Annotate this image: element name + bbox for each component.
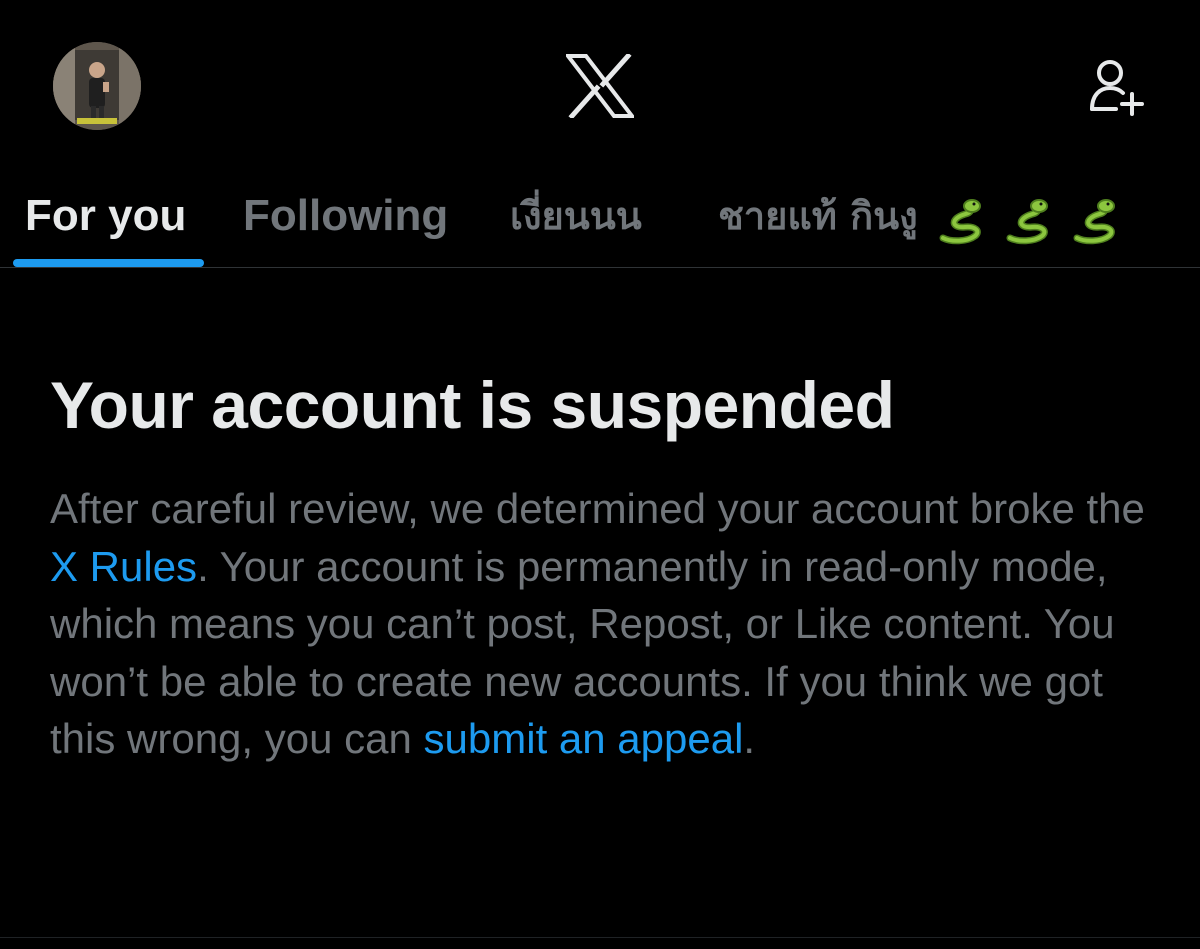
tab-custom-list-1[interactable]: เงี่ยนนน — [510, 180, 642, 260]
snake-emoji-icon — [1006, 199, 1049, 245]
divider — [0, 937, 1200, 938]
active-tab-indicator — [13, 259, 204, 267]
tab-label: Following — [243, 191, 449, 240]
avatar-photo — [53, 42, 141, 130]
submit-appeal-link[interactable]: submit an appeal — [424, 715, 744, 762]
notice-body: After careful review, we determined your… — [50, 480, 1160, 768]
suspension-notice: Your account is suspended After careful … — [50, 360, 1160, 768]
avatar[interactable] — [53, 42, 141, 130]
top-bar — [0, 0, 1200, 170]
person-add-icon[interactable] — [1086, 57, 1148, 119]
snake-emoji-group — [937, 183, 1125, 255]
timeline-tabs: For you Following เงี่ยนนน ชายแท้ กินงู — [0, 170, 1200, 268]
tab-label: ชายแท้ กินงู — [718, 194, 918, 238]
tab-following[interactable]: Following — [243, 180, 448, 260]
x-rules-link[interactable]: X Rules — [50, 543, 197, 590]
tab-for-you[interactable]: For you — [25, 180, 186, 260]
tab-custom-list-2[interactable]: ชายแท้ กินงู — [718, 180, 1125, 260]
notice-text: . — [743, 715, 756, 762]
tab-label: เงี่ยนนน — [510, 194, 642, 238]
snake-emoji-icon — [1073, 199, 1116, 245]
notice-text: After careful review, we determined your… — [50, 485, 1145, 532]
snake-emoji-icon — [939, 199, 981, 245]
x-logo-icon[interactable] — [563, 52, 637, 120]
divider — [0, 267, 1200, 268]
notice-title: Your account is suspended — [50, 368, 895, 442]
tab-label: For you — [25, 191, 187, 240]
